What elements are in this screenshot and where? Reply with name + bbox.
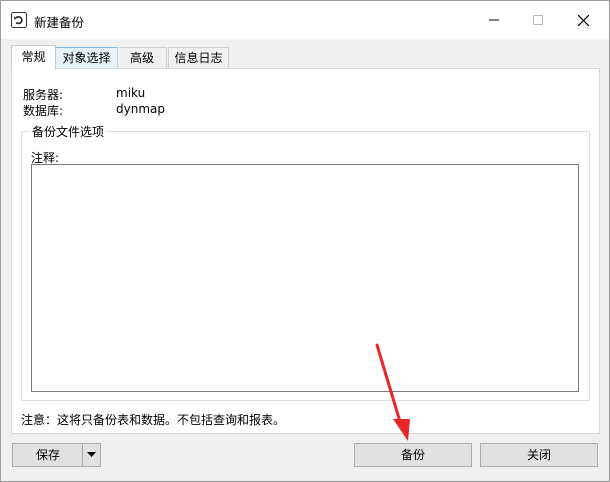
tab-advanced[interactable]: 高级 (117, 47, 167, 69)
server-label: 服务器: (23, 88, 64, 102)
general-tab-panel: 服务器: miku 数据库: dynmap 备份文件选项 注释: 注意：这将只备… (11, 68, 600, 434)
chevron-down-icon (87, 452, 96, 457)
maximize-icon (533, 15, 543, 25)
save-button[interactable]: 保存 (12, 443, 84, 467)
close-icon (577, 14, 589, 26)
minimize-button[interactable] (471, 1, 517, 39)
maximize-button[interactable] (515, 1, 561, 39)
backup-file-options-title: 备份文件选项 (29, 123, 108, 140)
tab-general[interactable]: 常规 (11, 45, 56, 70)
save-dropdown-button[interactable] (82, 443, 101, 467)
title-bar: 新建备份 (1, 1, 609, 39)
comment-textarea[interactable] (31, 164, 579, 392)
backup-app-icon (11, 12, 27, 28)
tab-message-log[interactable]: 信息日志 (168, 47, 229, 69)
backup-button[interactable]: 备份 (354, 443, 472, 467)
server-value: miku (116, 86, 146, 100)
annotation-arrow-icon (375, 343, 410, 441)
close-window-button[interactable] (560, 1, 606, 39)
backup-note: 注意：这将只备份表和数据。不包括查询和报表。 (21, 413, 286, 427)
minimize-icon (489, 19, 499, 21)
database-label: 数据库: (23, 104, 64, 118)
window-title: 新建备份 (34, 15, 85, 30)
database-value: dynmap (116, 102, 165, 116)
tab-object-selection[interactable]: 对象选择 (54, 47, 119, 69)
backup-dialog: 新建备份 常规 对象选择 高级 信息日志 服务器: miku 数据库: dynm… (0, 0, 610, 482)
close-button[interactable]: 关闭 (480, 443, 598, 467)
